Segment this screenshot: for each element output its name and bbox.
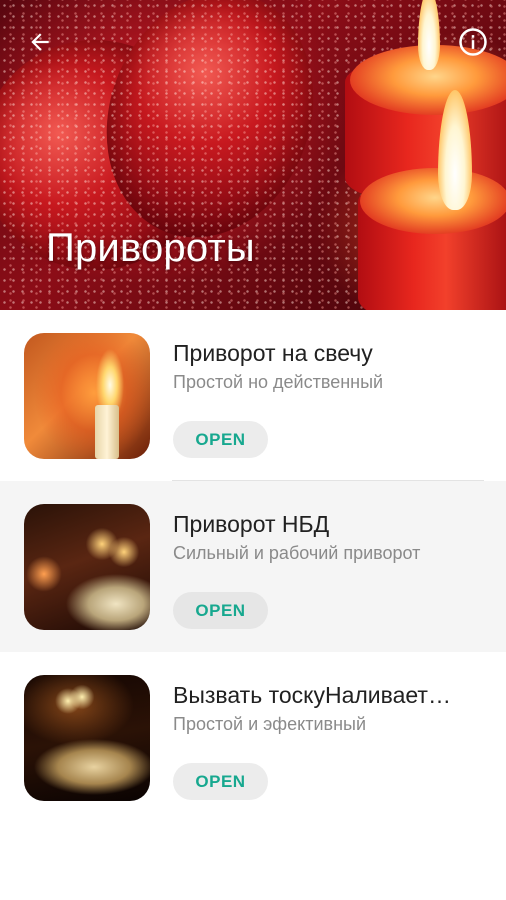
info-circle-icon	[459, 28, 487, 56]
back-button[interactable]	[22, 24, 58, 60]
candle-front-top	[360, 168, 506, 234]
item-title: Вызвать тоскуНаливает…	[173, 682, 451, 708]
spell-list: Приворот на свечу Простой но действенный…	[0, 310, 506, 823]
candle-hands-thumbnail	[24, 333, 150, 459]
arrow-left-icon	[31, 33, 49, 51]
open-button[interactable]: OPEN	[173, 421, 268, 458]
open-button[interactable]: OPEN	[173, 592, 268, 629]
list-item[interactable]: Приворот на свечу Простой но действенный…	[0, 310, 506, 481]
candle-shape	[95, 405, 119, 459]
list-item[interactable]: Приворот НБД Сильный и рабочий приворот …	[0, 481, 506, 652]
page-title: Привороты	[46, 226, 255, 270]
item-title: Приворот на свечу	[173, 340, 373, 366]
item-title: Приворот НБД	[173, 511, 330, 537]
info-button[interactable]	[456, 25, 490, 59]
header-banner: Привороты	[0, 0, 506, 310]
candles-book-thumbnail	[24, 504, 150, 630]
item-subtitle: Сильный и рабочий приворот	[173, 543, 421, 563]
list-item[interactable]: Вызвать тоскуНаливает… Простой и эфектив…	[0, 652, 506, 823]
item-subtitle: Простой и эфективный	[173, 714, 366, 734]
item-subtitle: Простой но действенный	[173, 372, 384, 392]
open-button[interactable]: OPEN	[173, 763, 268, 800]
candle-back-flame	[418, 0, 440, 70]
candles-papers-thumbnail	[24, 675, 150, 801]
